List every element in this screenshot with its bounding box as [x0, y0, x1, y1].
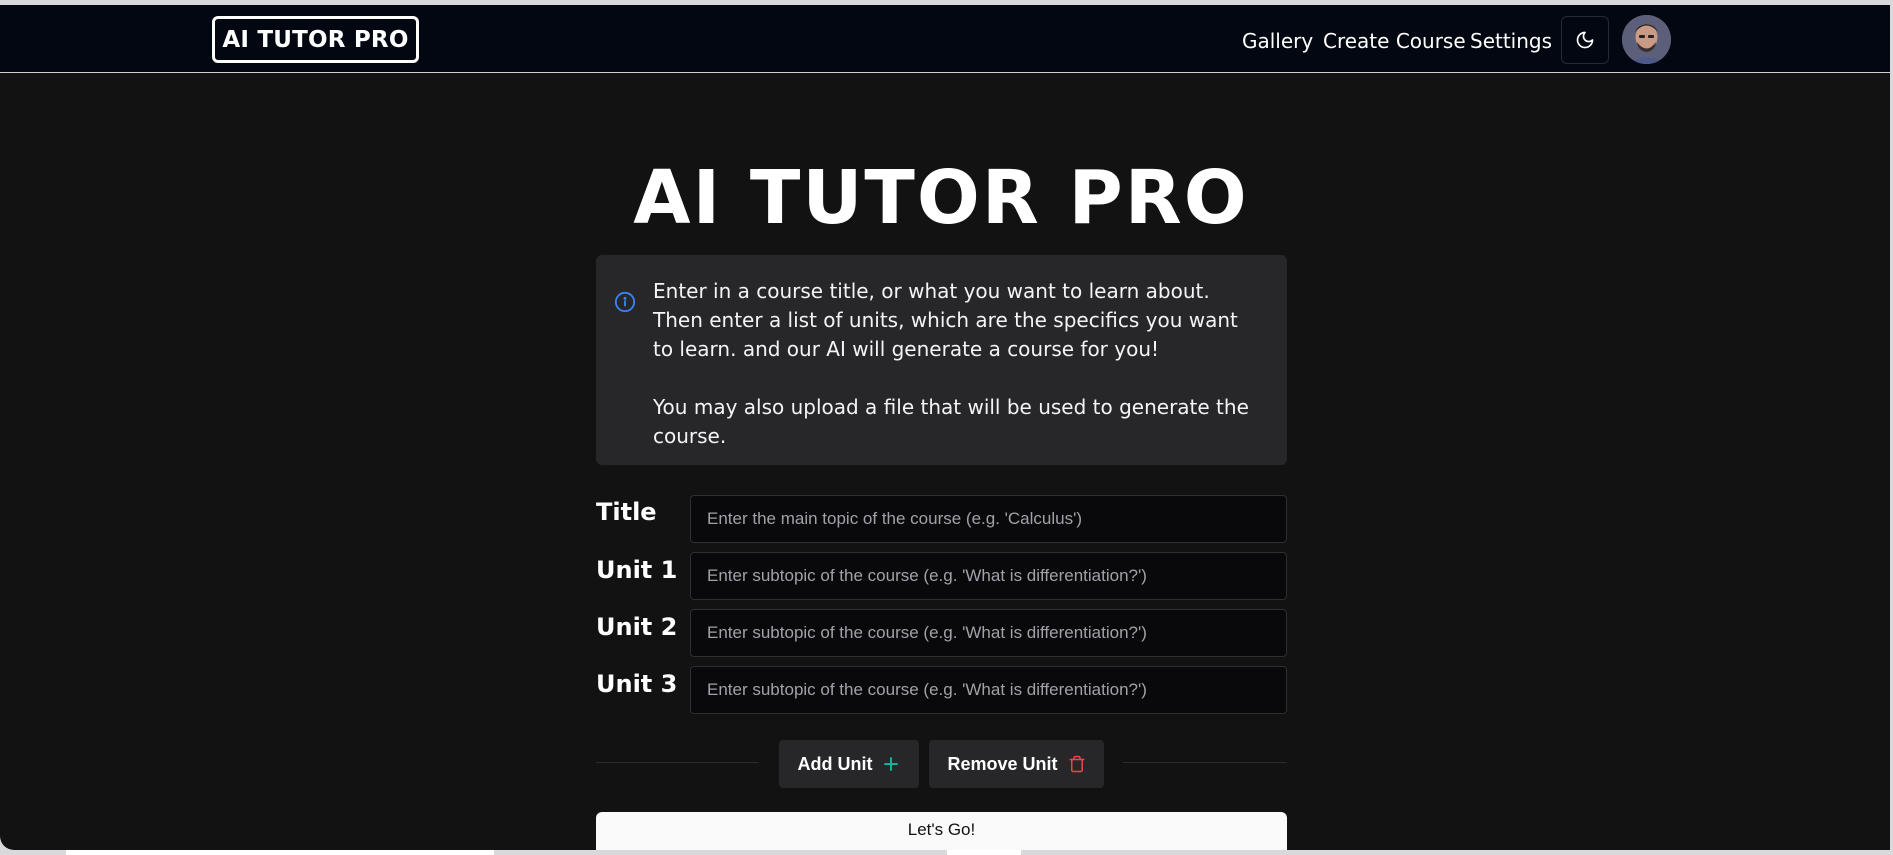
nav-link-create-course[interactable]: Create Course: [1323, 29, 1466, 53]
unit-2-label: Unit 2: [596, 613, 678, 641]
info-text: Enter in a course title, or what you wan…: [653, 277, 1263, 451]
navbar: AI TUTOR PRO Gallery Create Course Setti…: [0, 5, 1890, 73]
unit-1-input[interactable]: [690, 552, 1287, 600]
page-title: AI TUTOR PRO: [633, 155, 1249, 241]
logo[interactable]: AI TUTOR PRO: [212, 16, 419, 63]
unit-2-input[interactable]: [690, 609, 1287, 657]
title-label: Title: [596, 498, 657, 526]
add-unit-label: Add Unit: [797, 753, 873, 774]
remove-unit-button[interactable]: Remove Unit: [929, 740, 1104, 788]
info-paragraph-1: Enter in a course title, or what you wan…: [653, 279, 1238, 361]
bottom-panel-tab-2: [947, 850, 1021, 855]
title-input[interactable]: [690, 495, 1287, 543]
unit-3-label: Unit 3: [596, 670, 678, 698]
info-icon: [614, 291, 636, 317]
add-unit-button[interactable]: Add Unit: [779, 740, 919, 788]
info-alert: Enter in a course title, or what you wan…: [596, 255, 1287, 465]
nav-link-settings[interactable]: Settings: [1470, 29, 1552, 53]
theme-toggle-button[interactable]: [1561, 16, 1609, 64]
user-avatar[interactable]: [1622, 15, 1671, 64]
unit-1-label: Unit 1: [596, 556, 678, 584]
nav-link-gallery[interactable]: Gallery: [1242, 29, 1313, 53]
moon-icon: [1576, 31, 1594, 49]
lets-go-button[interactable]: Let's Go!: [596, 812, 1287, 850]
app-viewport: AI TUTOR PRO Gallery Create Course Setti…: [0, 5, 1890, 850]
avatar-image: [1622, 15, 1671, 64]
remove-unit-label: Remove Unit: [947, 753, 1058, 774]
info-paragraph-2: You may also upload a file that will be …: [653, 395, 1249, 448]
lets-go-label: Let's Go!: [907, 820, 976, 839]
separator-right: [1123, 762, 1287, 763]
separator-left: [596, 762, 759, 763]
unit-3-input[interactable]: [690, 666, 1287, 714]
trash-icon: [1069, 755, 1085, 773]
bottom-panel-tab: [66, 850, 494, 855]
plus-icon: [884, 757, 899, 771]
